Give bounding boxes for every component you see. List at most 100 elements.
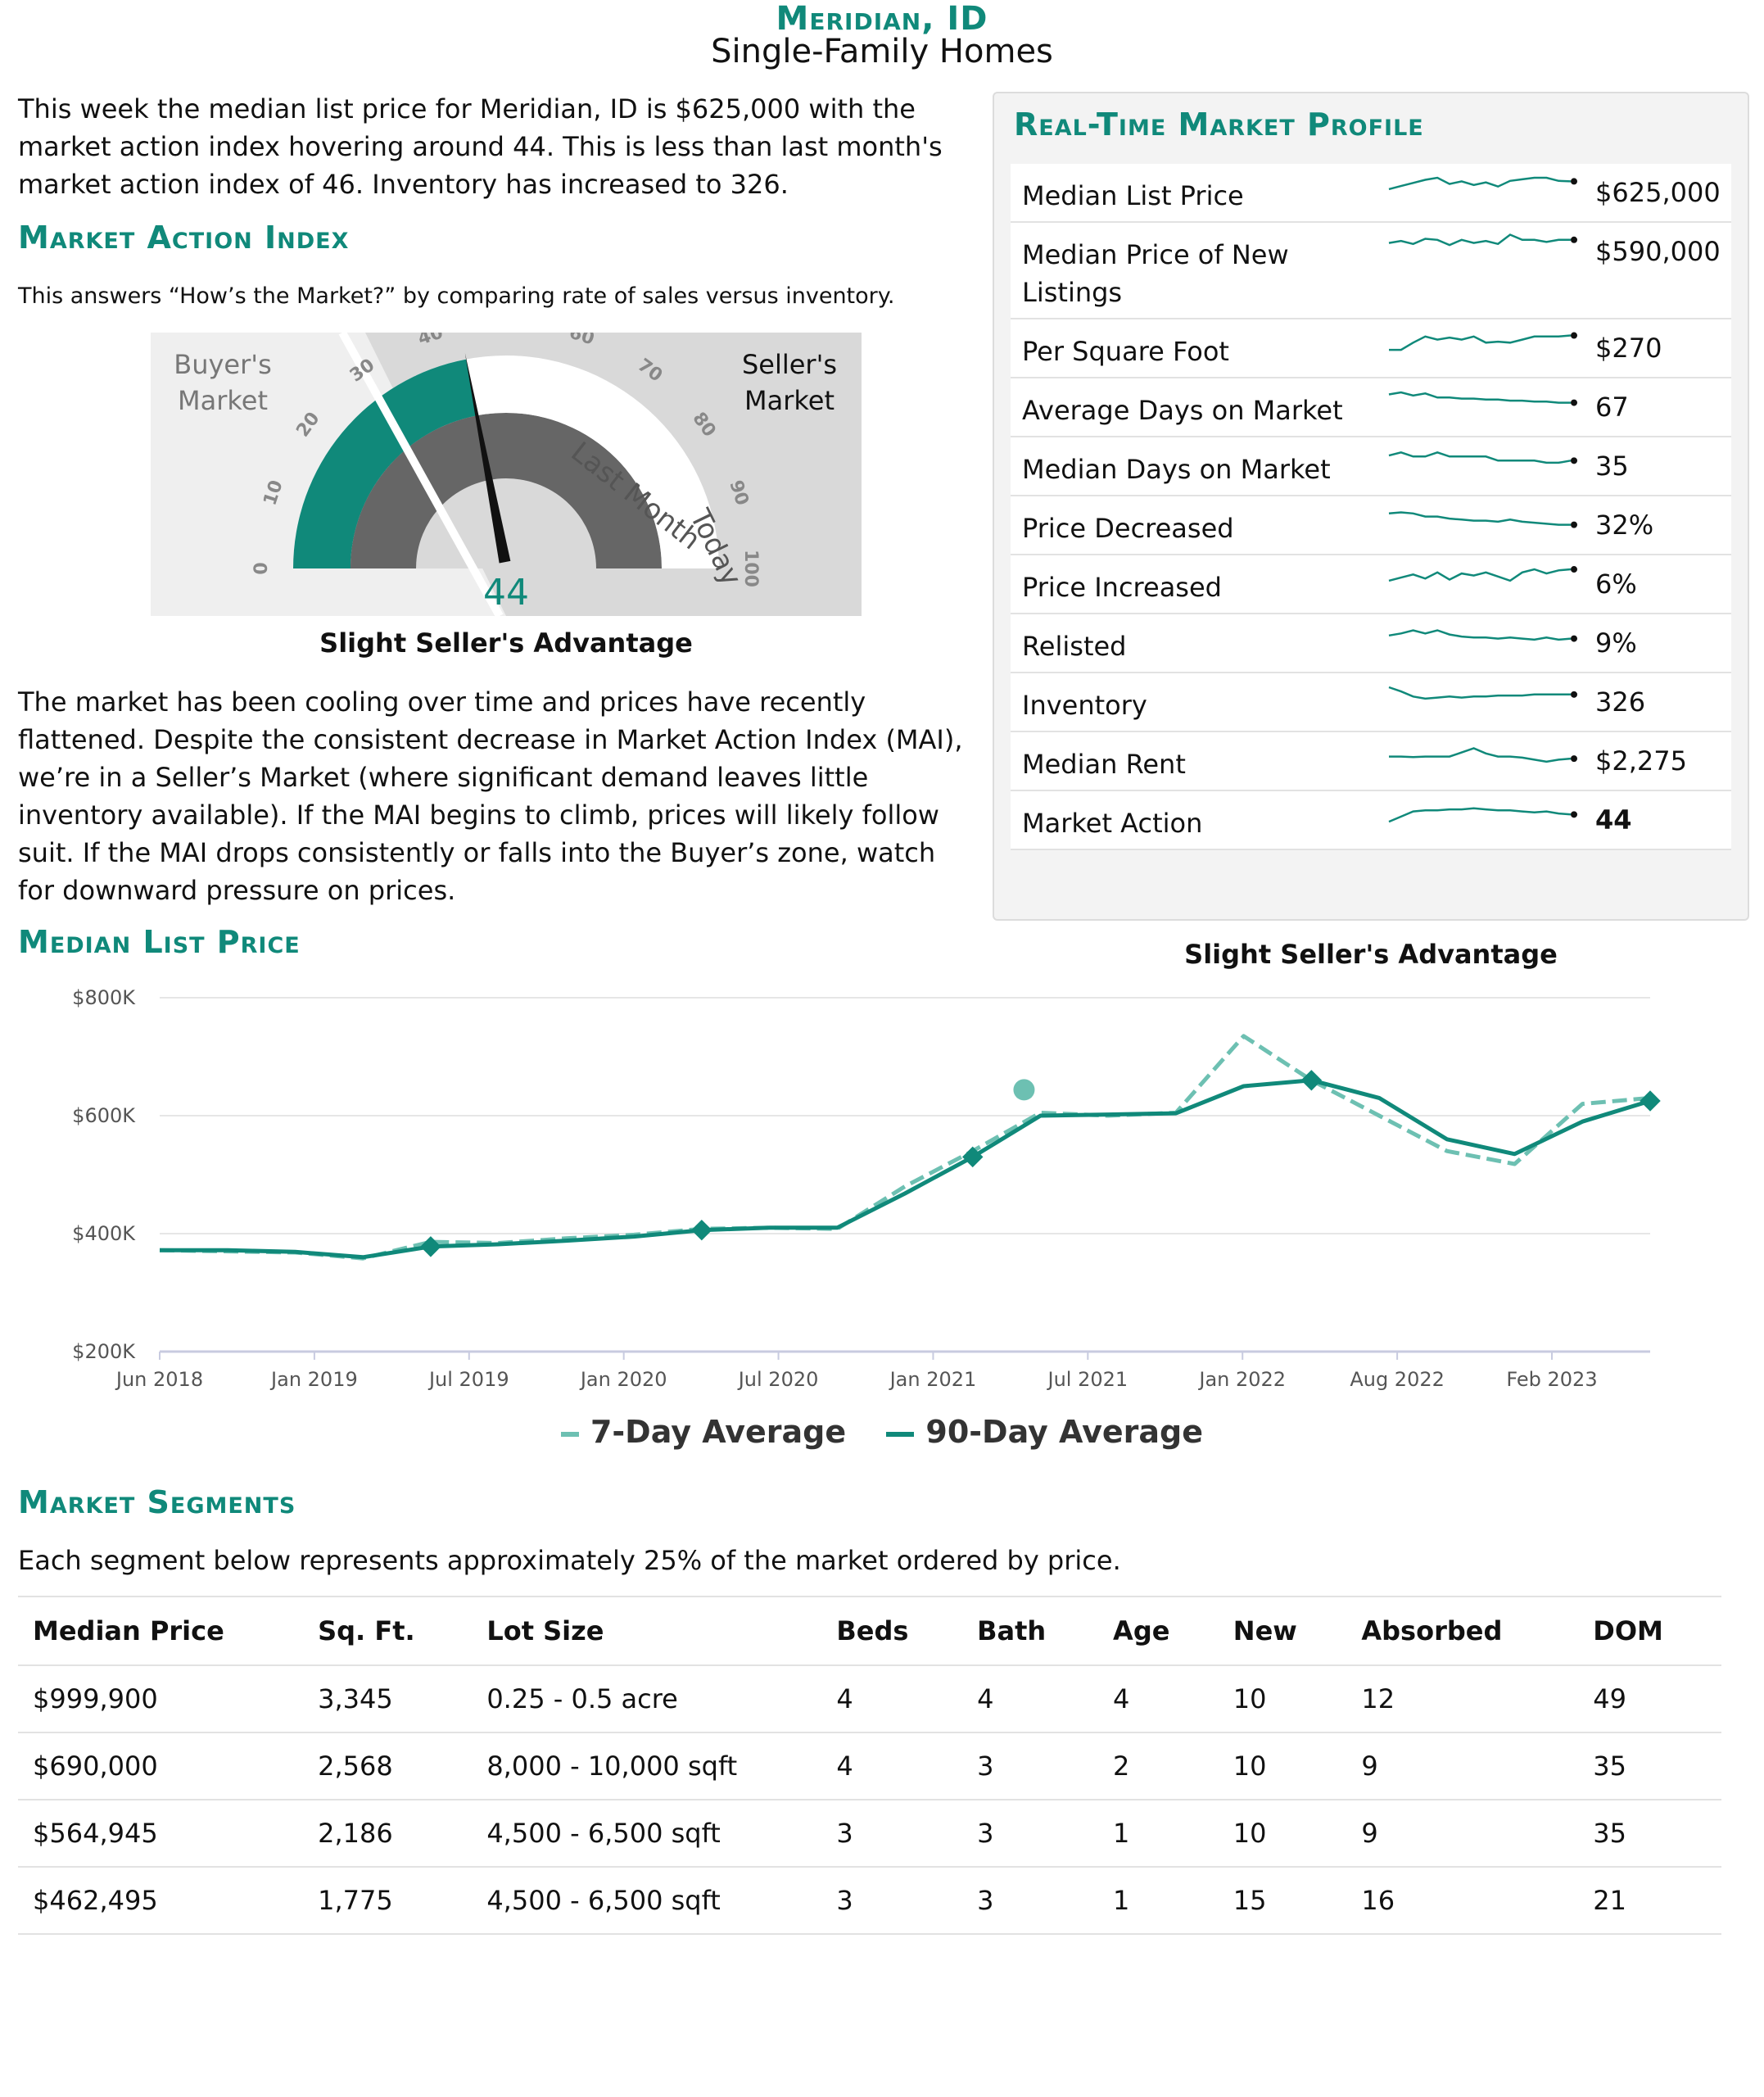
segments-cell: $462,495 [18, 1867, 304, 1935]
segments-header-row: Median Price Sq. Ft. Lot Size Beds Bath Age Ne… [18, 1596, 1721, 1666]
profile-row-label: Median List Price [1022, 180, 1244, 211]
x-tick-label: Feb 2023 [1506, 1368, 1597, 1391]
y-tick-label: $400K [72, 1222, 136, 1245]
sparkline-path [1389, 747, 1572, 763]
sellers-label-1: Seller's [742, 349, 837, 380]
segments-cell: 4 [1098, 1665, 1219, 1733]
sparkline-end-dot [1571, 635, 1577, 642]
profile-row-label: Price Increased [1022, 572, 1222, 603]
series-marker-90day [420, 1236, 441, 1257]
profile-sparkline [1388, 451, 1577, 464]
y-tick-label: $200K [72, 1340, 136, 1363]
segments-cell: 1 [1098, 1867, 1219, 1935]
sparkline-end-dot [1571, 399, 1577, 406]
segments-cell: 9 [1346, 1800, 1579, 1868]
sparkline-end-dot [1571, 691, 1577, 698]
segments-cell: 1,775 [303, 1867, 473, 1935]
x-tick-label: Jan 2020 [579, 1368, 667, 1391]
gauge-value: 44 [483, 572, 529, 614]
x-tick-label: Jul 2021 [1046, 1368, 1128, 1391]
sparkline-path [1388, 686, 1571, 700]
sparkline-end-dot [1571, 457, 1577, 464]
segments-column-header: Bath [962, 1596, 1099, 1666]
profile-row-label: Market Action [1022, 808, 1203, 839]
sparkline-path [1388, 391, 1571, 404]
mai-heading: Market Action Index [18, 220, 350, 256]
profile-row-label: Inventory [1022, 690, 1147, 721]
segments-row: $564,945 2,186 4,500 - 6,500 sqft 3 3 1 10 9 35 [18, 1800, 1721, 1868]
series-marker-7day [1013, 1079, 1035, 1101]
market-segments-heading: Market Segments [18, 1484, 296, 1520]
sparkline-path [1388, 233, 1571, 247]
legend-90day-label: 90-Day Average [925, 1414, 1204, 1450]
market-profile-footer-text: Slight Seller's Advantage [1184, 939, 1558, 970]
segments-cell: 35 [1578, 1732, 1721, 1800]
segments-cell: 15 [1218, 1867, 1347, 1935]
buyers-label-1: Buyer's [174, 349, 271, 380]
profile-row-label: Price Decreased [1022, 513, 1234, 544]
segments-column-header: Age [1098, 1596, 1219, 1666]
profile-row: Median List Price $625,000 [1011, 164, 1731, 223]
sparkline-path [1388, 568, 1572, 582]
series-marker-90day [1640, 1090, 1661, 1112]
segments-column-header: New [1218, 1596, 1347, 1666]
market-profile-heading: Real-Time Market Profile [1014, 106, 1424, 143]
sparkline-path [1388, 807, 1572, 823]
segments-cell: 16 [1346, 1867, 1579, 1935]
market-action-gauge: 0102030405060708090100 Buyer's Market Se… [151, 314, 862, 618]
market-profile-table: Median List Price $625,000 Median Price of… [1011, 164, 1731, 850]
segments-column-header: Sq. Ft. [303, 1596, 473, 1666]
segments-column-header: DOM [1578, 1596, 1721, 1666]
gauge-graphic: 0102030405060708090100 Buyer's Market Se… [151, 314, 837, 618]
profile-sparkline [1388, 176, 1577, 191]
legend-7day-swatch [560, 1431, 579, 1437]
sparkline-end-dot [1571, 332, 1577, 339]
series-line-7day [159, 1034, 1651, 1261]
segments-cell: 4 [821, 1665, 963, 1733]
sparkline-end-dot [1571, 566, 1577, 573]
legend-90day-swatch [886, 1431, 915, 1437]
gauge-caption: Slight Seller's Advantage [319, 627, 693, 659]
buyers-label-2: Market [178, 385, 268, 416]
gauge-tick-label: 40 [415, 333, 446, 350]
mai-description: This answers “How’s the Market?” by comp… [18, 283, 895, 309]
segments-cell: 12 [1346, 1665, 1579, 1733]
profile-row-value: 32% [1595, 510, 1654, 541]
segments-cell: 9 [1346, 1732, 1579, 1800]
profile-row-label: Median Rent [1022, 749, 1186, 780]
market-segments-description: Each segment below represents approximat… [18, 1545, 1121, 1576]
profile-row: Per Square Foot $270 [1011, 319, 1731, 378]
legend-7day[interactable]: 7-Day Average [560, 1414, 846, 1450]
market-segments-table: Median Price Sq. Ft. Lot Size Beds Bath Age Ne… [18, 1596, 1721, 1935]
profile-row-value: 326 [1595, 686, 1646, 718]
profile-row-value: 35 [1595, 451, 1629, 482]
intro-text: This week the median list price for Meri… [18, 93, 943, 200]
sparkline-end-dot [1571, 755, 1577, 763]
profile-row-label: Per Square Foot [1022, 336, 1229, 367]
series-marker-90day [691, 1219, 712, 1241]
profile-row-value: 9% [1595, 627, 1637, 659]
profile-row: Median Days on Market 35 [1011, 437, 1731, 496]
segments-cell: 3 [962, 1867, 1099, 1935]
y-tick-label: $800K [72, 986, 136, 1009]
profile-row-value: $2,275 [1595, 745, 1687, 777]
gauge-tick-label: 0 [251, 562, 272, 574]
profile-row-value: $590,000 [1595, 236, 1721, 267]
sparkline-end-dot [1571, 521, 1577, 528]
x-tick-label: Jul 2020 [737, 1368, 819, 1391]
legend-90day[interactable]: 90-Day Average [886, 1414, 1203, 1450]
y-tick-label: $600K [72, 1104, 136, 1127]
segments-cell: $999,900 [18, 1665, 304, 1733]
segments-cell: 3 [962, 1800, 1099, 1868]
profile-row: Average Days on Market 67 [1011, 378, 1731, 437]
profile-sparkline [1388, 566, 1577, 582]
sparkline-end-dot [1571, 236, 1577, 243]
market-profile-panel: Real-Time Market Profile Median List Pri… [993, 92, 1749, 994]
profile-row-value: 67 [1595, 392, 1629, 423]
gauge-tick-label: 80 [688, 409, 719, 441]
segments-row: $999,900 3,345 0.25 - 0.5 acre 4 4 4 10 12 49 [18, 1665, 1721, 1733]
segments-cell: 8,000 - 10,000 sqft [472, 1732, 822, 1800]
x-tick-label: Jan 2021 [889, 1368, 977, 1391]
gauge-tick-label: 50 [494, 333, 519, 334]
segments-cell: 2,568 [303, 1732, 473, 1800]
